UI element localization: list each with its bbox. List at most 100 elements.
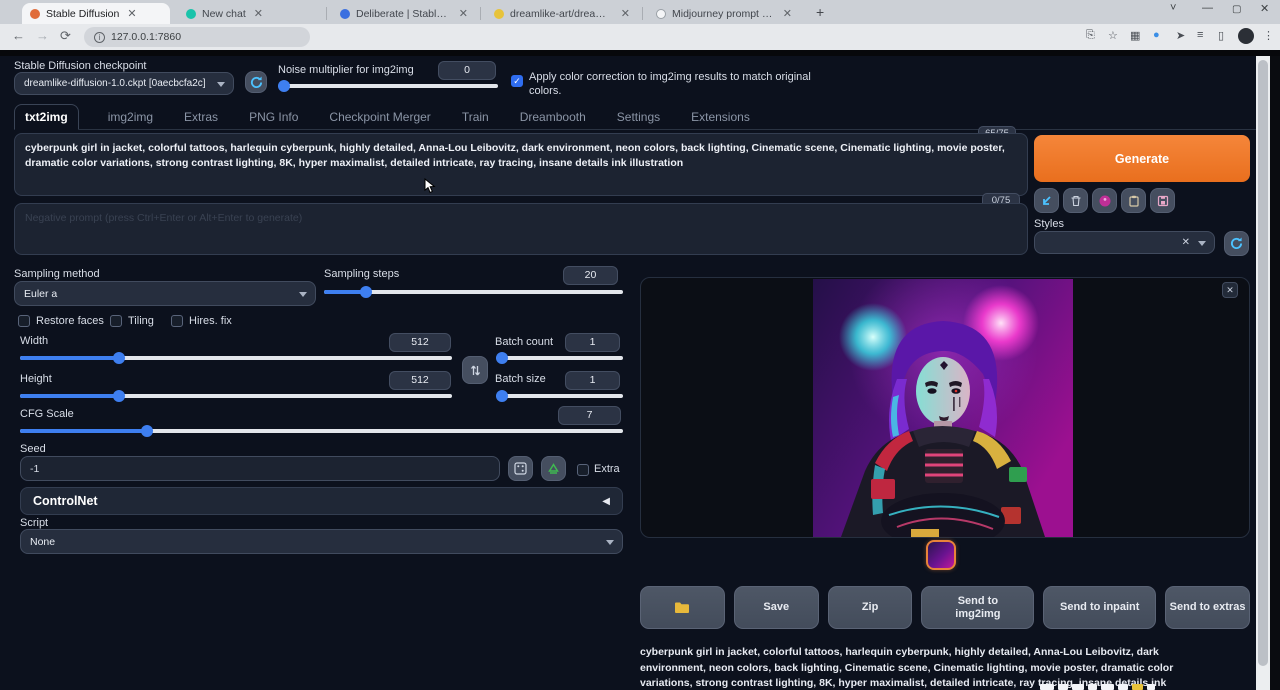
reuse-seed-button[interactable]: [541, 456, 566, 481]
window-maximize-icon[interactable]: ▢: [1232, 4, 1241, 15]
sampling-steps-slider[interactable]: [324, 290, 623, 294]
forward-icon[interactable]: →: [36, 28, 49, 43]
chat-favicon: [186, 9, 196, 19]
zip-button[interactable]: Zip: [828, 586, 913, 629]
trash-icon: [1070, 195, 1082, 207]
extra-seed-checkbox[interactable]: [577, 464, 589, 476]
seed-input[interactable]: -1: [20, 456, 500, 481]
negative-prompt-textarea[interactable]: [14, 203, 1028, 255]
save-button[interactable]: Save: [734, 586, 819, 629]
dice-icon: [514, 462, 527, 475]
reading-list-icon[interactable]: ≡: [1197, 29, 1203, 41]
browser-tab-stable-diffusion[interactable]: Stable Diffusion ✕: [22, 3, 170, 24]
height-slider[interactable]: [20, 394, 452, 398]
site-info-icon[interactable]: i: [94, 32, 105, 43]
browser-toolbar: ← → ⟳ i 127.0.0.1:7860 ⎘ ☆ ▦ ● ➤ ≡ ▯ ⋮: [0, 24, 1280, 50]
browser-menu-icon[interactable]: ⋮: [1263, 29, 1274, 42]
controlnet-accordion[interactable]: ControlNet ◀: [20, 487, 623, 515]
tab-txt2img[interactable]: txt2img: [14, 104, 79, 130]
extra-networks-button[interactable]: [1092, 188, 1117, 213]
back-icon[interactable]: ←: [12, 28, 25, 43]
width-slider[interactable]: [20, 356, 452, 360]
tab-extensions[interactable]: Extensions: [689, 105, 752, 129]
color-correction-checkbox[interactable]: ✓: [511, 75, 523, 87]
extension-blue-icon[interactable]: ●: [1153, 29, 1160, 41]
refresh-checkpoints-button[interactable]: [245, 71, 267, 93]
new-tab-button[interactable]: +: [816, 4, 824, 20]
tiling-checkbox[interactable]: [110, 315, 122, 327]
noise-multiplier-value[interactable]: 0: [438, 61, 496, 80]
send-to-extras-button[interactable]: Send to extras: [1165, 586, 1250, 629]
tab-img2img[interactable]: img2img: [106, 105, 155, 129]
cfg-scale-label: CFG Scale: [20, 408, 74, 420]
random-seed-button[interactable]: [508, 456, 533, 481]
hires-fix-label: Hires. fix: [189, 315, 232, 327]
sampling-steps-value[interactable]: 20: [563, 266, 618, 285]
width-value[interactable]: 512: [389, 333, 451, 352]
cfg-scale-slider[interactable]: [20, 429, 623, 433]
address-bar[interactable]: i 127.0.0.1:7860: [84, 27, 310, 47]
close-image-icon[interactable]: ✕: [1222, 282, 1238, 298]
batch-count-slider[interactable]: [496, 356, 623, 360]
side-panel-icon[interactable]: ▯: [1218, 29, 1224, 42]
extension-film-icon[interactable]: ▦: [1130, 29, 1140, 42]
sampling-steps-label: Sampling steps: [324, 268, 399, 280]
send-to-inpaint-button[interactable]: Send to inpaint: [1043, 586, 1156, 629]
paste-params-button[interactable]: [1034, 188, 1059, 213]
height-value[interactable]: 512: [389, 371, 451, 390]
save-style-button[interactable]: [1150, 188, 1175, 213]
batch-size-value[interactable]: 1: [565, 371, 620, 390]
cfg-scale-value[interactable]: 7: [558, 406, 621, 425]
tab-png-info[interactable]: PNG Info: [247, 105, 300, 129]
page-scrollbar[interactable]: [1256, 56, 1270, 690]
reload-icon[interactable]: ⟳: [60, 28, 71, 44]
swap-dimensions-button[interactable]: [462, 356, 488, 384]
tab-train[interactable]: Train: [460, 105, 491, 129]
tab-checkpoint-merger[interactable]: Checkpoint Merger: [327, 105, 432, 129]
tab-search-chevron-icon[interactable]: ˅: [1170, 2, 1176, 14]
generated-image[interactable]: [813, 279, 1073, 537]
clear-styles-icon[interactable]: ✕: [1182, 237, 1190, 248]
seed-label: Seed: [20, 443, 46, 455]
bookmark-star-icon[interactable]: ☆: [1108, 29, 1118, 42]
extensions-pin-icon[interactable]: ➤: [1176, 29, 1185, 42]
browser-tab-new-chat[interactable]: New chat ✕: [178, 3, 322, 24]
url-text: 127.0.0.1:7860: [111, 31, 181, 43]
window-minimize-icon[interactable]: —: [1202, 2, 1213, 14]
restore-faces-checkbox[interactable]: [18, 315, 30, 327]
tab-close-icon[interactable]: ✕: [783, 7, 792, 20]
tab-extras[interactable]: Extras: [182, 105, 220, 129]
tab-close-icon[interactable]: ✕: [459, 7, 468, 20]
refresh-icon: [1230, 237, 1243, 250]
apply-style-button[interactable]: [1121, 188, 1146, 213]
gallery-thumbnail[interactable]: [926, 540, 956, 570]
noise-multiplier-slider[interactable]: [278, 84, 498, 88]
tab-close-icon[interactable]: ✕: [621, 7, 630, 20]
sampling-method-dropdown[interactable]: Euler a: [14, 281, 316, 306]
browser-tab-deliberate[interactable]: Deliberate | Stable Diffusion Ch ✕: [332, 3, 476, 24]
tab-dreambooth[interactable]: Dreambooth: [518, 105, 588, 129]
hires-fix-checkbox[interactable]: [171, 315, 183, 327]
styles-dropdown[interactable]: ✕: [1034, 231, 1215, 254]
batch-size-slider[interactable]: [496, 394, 623, 398]
batch-count-value[interactable]: 1: [565, 333, 620, 352]
scrollbar-thumb[interactable]: [1258, 60, 1268, 666]
styles-label: Styles: [1034, 218, 1064, 230]
tab-close-icon[interactable]: ✕: [254, 7, 263, 20]
window-close-icon[interactable]: ✕: [1260, 2, 1269, 15]
profile-avatar[interactable]: [1238, 28, 1254, 44]
browser-tab-dreamlike[interactable]: dreamlike-art/dreamlike-diffusi ✕: [486, 3, 638, 24]
refresh-styles-button[interactable]: [1224, 231, 1249, 256]
script-dropdown[interactable]: None: [20, 529, 623, 554]
share-icon[interactable]: ⎘: [1086, 29, 1095, 42]
prompt-textarea[interactable]: cyberpunk girl in jacket, colorful tatto…: [14, 133, 1028, 196]
checkpoint-dropdown[interactable]: dreamlike-diffusion-1.0.ckpt [0aecbcfa2c…: [14, 72, 234, 95]
clear-prompt-button[interactable]: [1063, 188, 1088, 213]
browser-tab-midjourney[interactable]: Midjourney prompt examples ✕: [648, 3, 800, 24]
send-to-img2img-button[interactable]: Send to img2img: [921, 586, 1034, 629]
generate-button[interactable]: Generate: [1034, 135, 1250, 182]
tab-close-icon[interactable]: ✕: [127, 7, 136, 20]
open-folder-button[interactable]: [640, 586, 725, 629]
webui-tabbar: txt2img img2img Extras PNG Info Checkpoi…: [14, 106, 1262, 130]
tab-settings[interactable]: Settings: [615, 105, 662, 129]
